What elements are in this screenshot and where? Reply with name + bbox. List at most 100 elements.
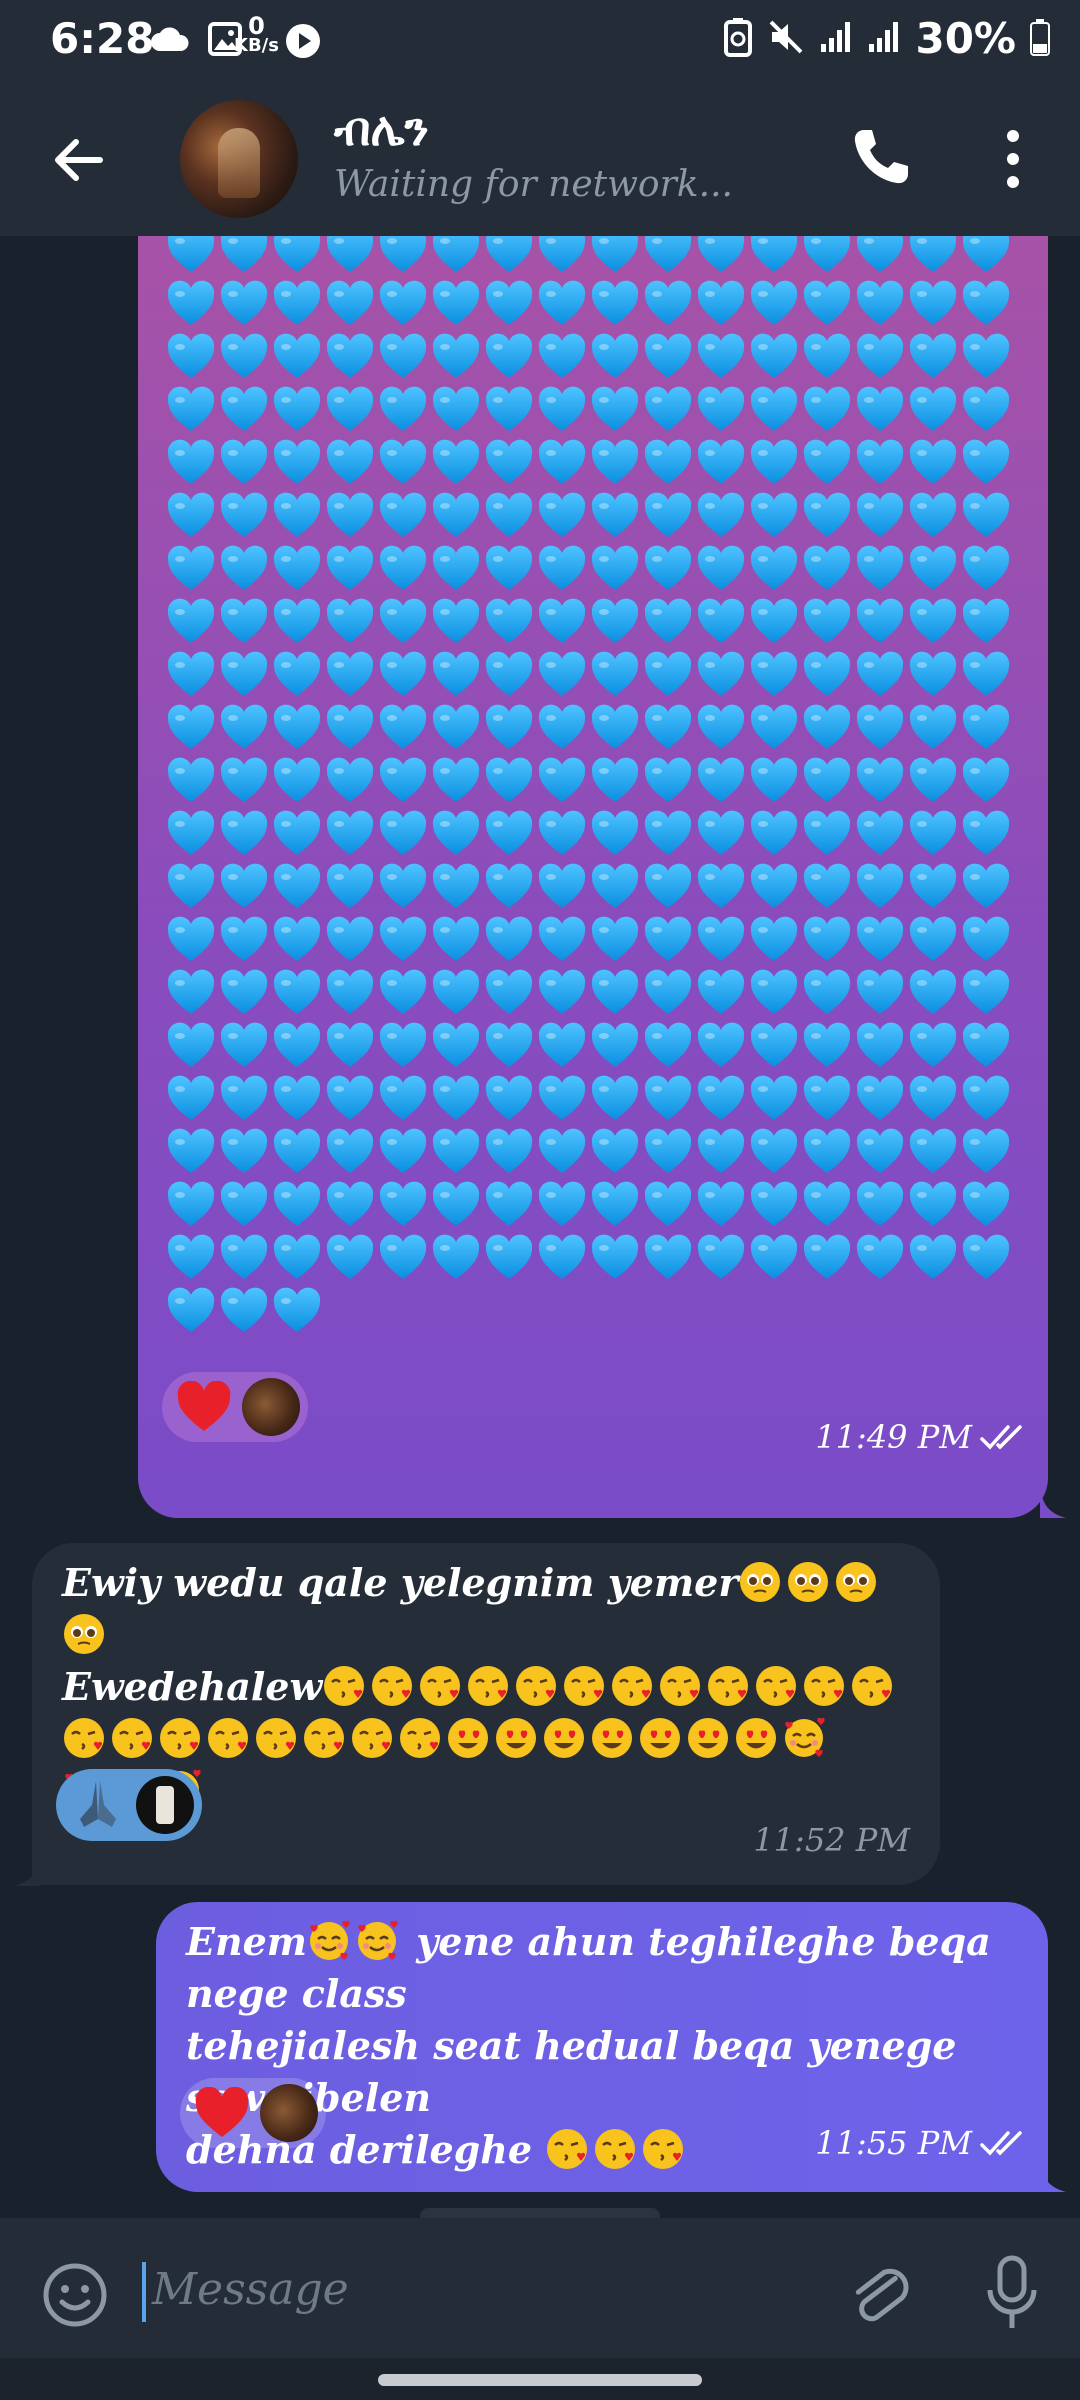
blue-heart-emoji-icon [749,862,799,912]
outgoing-message-hearts[interactable]: 11:49 PM [138,236,1048,1518]
blue-heart-emoji-icon [696,809,746,859]
blue-heart-emoji-icon [908,544,958,594]
emoji-icon[interactable] [42,2262,108,2328]
blue-heart-emoji-icon [166,1180,216,1230]
red-heart-icon [194,2087,250,2139]
blue-heart-emoji-icon [325,1180,375,1230]
blue-heart-emoji-icon [272,1233,322,1283]
blue-heart-emoji-icon [537,438,587,488]
message-time: 11:55 PM [815,2124,1028,2162]
blue-heart-emoji-icon [749,279,799,329]
blue-heart-emoji-icon [484,703,534,753]
blue-heart-emoji-icon [378,279,428,329]
blue-heart-emoji-icon [961,438,1011,488]
blue-heart-emoji-icon [643,236,693,276]
outgoing-message[interactable]: Enem yene ahun teghileghe beqa nege clas… [156,1902,1048,2192]
kiss-emoji-icon [418,1664,462,1708]
blue-heart-emoji-icon [537,862,587,912]
blue-heart-emoji-icon [908,385,958,435]
microphone-icon[interactable] [984,2254,1040,2334]
back-arrow-icon[interactable] [48,130,108,190]
phone-icon[interactable] [846,122,916,192]
blue-heart-emoji-icon [325,1074,375,1124]
blue-heart-emoji-icon [166,236,216,276]
blue-heart-emoji-icon [643,1074,693,1124]
kiss-emoji-icon [158,1716,202,1760]
home-indicator[interactable] [378,2374,702,2386]
blue-heart-emoji-icon [802,385,852,435]
blue-heart-emoji-icon [325,491,375,541]
blue-heart-emoji-icon [166,703,216,753]
network-speed: 0 KB/s [234,12,279,56]
blue-heart-emoji-icon [272,1180,322,1230]
blue-heart-emoji-icon [431,650,481,700]
kiss-emoji-icon [658,1664,702,1708]
blue-heart-emoji-icon [855,915,905,965]
contact-name[interactable]: ብሌን [334,102,429,158]
battery-percent: 30% [915,14,1016,63]
blue-heart-emoji-icon [802,279,852,329]
blue-heart-emoji-icon [696,1074,746,1124]
blue-heart-emoji-icon [537,1127,587,1177]
blue-heart-emoji-icon [325,862,375,912]
blue-heart-emoji-icon [590,1127,640,1177]
message-time: 11:52 PM [753,1821,910,1859]
blue-heart-emoji-icon [749,597,799,647]
blue-heart-emoji-icon [166,491,216,541]
blue-heart-emoji-icon [802,332,852,382]
blue-heart-emoji-icon [219,332,269,382]
blue-heart-emoji-icon [484,1021,534,1071]
blue-heart-emoji-icon [272,491,322,541]
blue-heart-emoji-icon [537,491,587,541]
net-speed-value: 0 [248,12,265,40]
blue-heart-emoji-icon [961,1233,1011,1283]
smiling-hearts-emoji-icon [307,1919,351,1963]
contact-avatar[interactable] [180,100,298,218]
blue-heart-emoji-icon [484,809,534,859]
more-options-icon[interactable] [998,124,1028,194]
blue-heart-emoji-icon [378,597,428,647]
blue-heart-emoji-icon [325,703,375,753]
bubble-tail [1040,1490,1066,1522]
blue-heart-emoji-icon [908,1180,958,1230]
blue-heart-emoji-icon [961,1074,1011,1124]
blue-heart-emoji-icon [696,915,746,965]
blue-heart-emoji-icon [749,491,799,541]
blue-heart-emoji-icon [908,332,958,382]
blue-heart-emoji-icon [908,236,958,276]
blue-heart-emoji-icon [484,597,534,647]
blue-heart-emoji-icon [378,1127,428,1177]
blue-heart-emoji-icon [272,1286,322,1336]
blue-heart-emoji-icon [749,915,799,965]
incoming-message[interactable]: Ewiy wedu qale yelegnim yemer Ewedehalew… [32,1543,940,1885]
blue-heart-emoji-icon [590,915,640,965]
message-reaction[interactable] [162,1372,308,1442]
blue-heart-emoji-icon [908,968,958,1018]
blue-heart-emoji-icon [219,1021,269,1071]
blue-heart-emoji-icon [749,385,799,435]
message-reaction[interactable] [56,1769,202,1841]
signal-icon [867,20,901,58]
message-reaction[interactable] [180,2078,326,2148]
blue-heart-emoji-icon [590,809,640,859]
blue-heart-emoji-icon [484,1127,534,1177]
message-list[interactable]: 11:49 PM Ewiy wedu qale yelegnim yemer E… [0,236,1080,2218]
blue-heart-emoji-icon [802,491,852,541]
net-speed-unit: KB/s [234,35,279,56]
blue-heart-emoji-icon [961,1127,1011,1177]
blue-heart-emoji-icon [855,438,905,488]
blue-heart-emoji-icon [855,862,905,912]
blue-heart-emoji-icon [696,438,746,488]
blue-heart-emoji-icon [378,968,428,1018]
message-line: Ewiy wedu qale yelegnim yemer [62,1557,922,1661]
blue-heart-emoji-icon [166,279,216,329]
blue-heart-emoji-icon [855,809,905,859]
blue-heart-emoji-icon [908,915,958,965]
blue-heart-emoji-icon [378,756,428,806]
paperclip-icon[interactable] [848,2258,912,2334]
blue-heart-emoji-icon [961,756,1011,806]
pleading-emoji-icon [738,1560,782,1604]
blue-heart-emoji-icon [696,491,746,541]
blue-heart-emoji-icon [802,1127,852,1177]
kiss-emoji-icon [62,1716,106,1760]
